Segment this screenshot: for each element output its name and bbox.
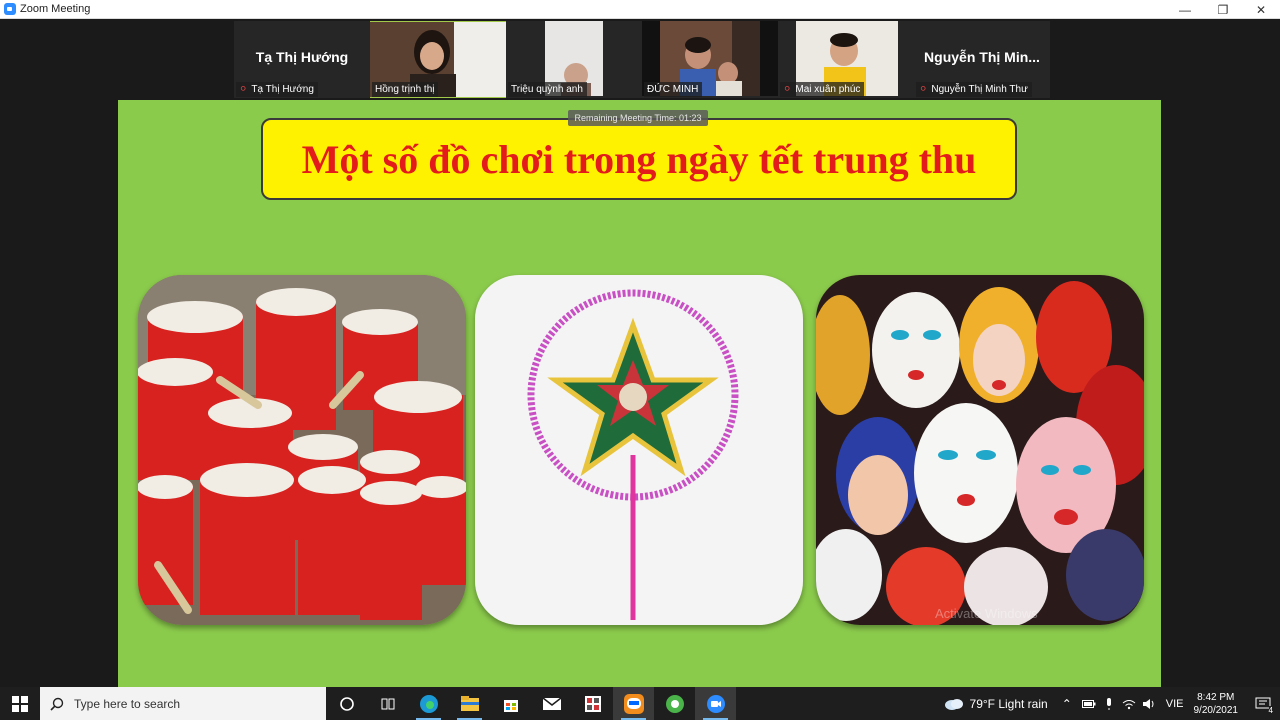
notification-count-badge: 4 [1268,706,1273,715]
input-language[interactable]: VIE [1166,698,1184,710]
battery-icon[interactable] [1081,699,1096,709]
taskbar-app-green[interactable] [654,687,695,720]
store-bag-icon [503,699,518,712]
folder-icon [460,695,479,711]
microphone-icon[interactable] [1104,697,1114,711]
taskbar-mail[interactable] [531,687,572,720]
wifi-icon[interactable] [1122,698,1136,710]
participant-name: Mai xuân phúc [795,84,861,95]
restore-button[interactable]: ❐ [1204,0,1242,19]
cortana-button[interactable] [326,687,367,720]
masks-picture [816,275,1144,625]
search-icon [50,697,64,711]
participant-tile[interactable]: ⚪ Mai xuân phúc [778,21,914,98]
green-circle-app-icon [665,694,684,713]
participant-nametag: ⚪ Nguyễn Thị Minh Thư [916,82,1032,97]
weather-cloud-icon [944,698,963,710]
participant-tile[interactable]: ĐỨC MINH [642,21,778,98]
taskbar-app[interactable] [572,687,613,720]
windows-taskbar: Type here to search 79°F Light rain ⌃ VI… [0,687,1280,720]
clock-date: 9/20/2021 [1193,704,1239,716]
taskbar-edge[interactable] [408,687,449,720]
participant-nametag: ⚪ Mai xuân phúc [780,82,865,97]
weather-text[interactable]: 79°F Light rain [970,697,1048,711]
windows-logo-icon [12,695,28,712]
clock-time: 8:42 PM [1197,691,1235,703]
window-title: Zoom Meeting [20,3,91,15]
zalo-icon [623,693,644,714]
window-titlebar: Zoom Meeting — ❐ ✕ [0,0,1280,19]
shared-slide: Một số đồ chơi trong ngày tết trung thu [118,100,1161,687]
system-tray: 79°F Light rain ⌃ VIE 8:42 PM 9/20/2021 … [944,687,1280,720]
edge-browser-icon [419,694,438,713]
participant-display-name: Nguyễn Thị Min... [924,49,1040,65]
participant-name: Nguyễn Thị Minh Thư [931,84,1028,95]
chevron-up-icon[interactable]: ⌃ [1062,697,1072,711]
participant-strip: Tạ Thị Hướng ⚪ Tạ Thị Hướng Hồng trịnh t… [234,21,1050,98]
slide-title: Một số đồ chơi trong ngày tết trung thu [301,136,977,182]
participant-nametag: Hồng trịnh thị [372,82,439,97]
task-view-button[interactable] [367,687,408,720]
search-placeholder: Type here to search [74,696,181,711]
mic-muted-icon: ⚪ [239,84,248,95]
app-grid-icon [584,695,601,712]
speaker-icon[interactable] [1142,698,1156,710]
close-button[interactable]: ✕ [1242,0,1280,19]
star-lantern-picture [475,275,803,625]
mic-muted-icon: ⚪ [783,84,792,95]
taskbar-store[interactable] [490,687,531,720]
participant-nametag: ĐỨC MINH [644,82,703,97]
task-view-icon [381,698,394,709]
participant-nametag: ⚪ Tạ Thị Hướng [236,82,318,97]
participant-name: Tạ Thị Hướng [251,84,314,95]
mail-envelope-icon [542,696,561,710]
meeting-area: Tạ Thị Hướng ⚪ Tạ Thị Hướng Hồng trịnh t… [0,19,1280,687]
participant-display-name: Tạ Thị Hướng [255,49,349,65]
start-button[interactable] [0,687,40,720]
taskbar-search-box[interactable]: Type here to search [40,687,326,720]
taskbar-zalo[interactable] [613,687,654,720]
activate-windows-watermark: Activate Windows [935,606,1038,621]
remaining-time-pill: Remaining Meeting Time: 01:23 [568,110,708,126]
minimize-button[interactable]: — [1166,0,1204,19]
zoom-camera-icon [706,694,725,713]
window-controls: — ❐ ✕ [1166,0,1280,19]
taskbar-file-explorer[interactable] [449,687,490,720]
notifications-button[interactable]: 4 [1246,687,1280,720]
cortana-circle-icon [339,696,354,711]
taskbar-clock[interactable]: 8:42 PM 9/20/2021 [1194,691,1239,717]
participant-tile-active-speaker[interactable]: Hồng trịnh thị [370,21,506,98]
participant-name: Hồng trịnh thị [375,84,435,95]
participant-name: ĐỨC MINH [647,84,699,95]
participant-tile[interactable]: Nguyễn Thị Min... ⚪ Nguyễn Thị Minh Thư [914,21,1050,98]
drum-toys-picture [138,275,466,625]
taskbar-zoom[interactable] [695,687,736,720]
mic-muted-icon: ⚪ [919,84,928,95]
slide-title-banner: Một số đồ chơi trong ngày tết trung thu [261,118,1017,200]
zoom-app-icon [4,3,16,15]
participant-nametag: Triệu quỳnh anh [508,82,587,97]
participant-name: Triệu quỳnh anh [511,84,583,95]
participant-tile[interactable]: Tạ Thị Hướng ⚪ Tạ Thị Hướng [234,21,370,98]
participant-tile[interactable]: Triệu quỳnh anh [506,21,642,98]
